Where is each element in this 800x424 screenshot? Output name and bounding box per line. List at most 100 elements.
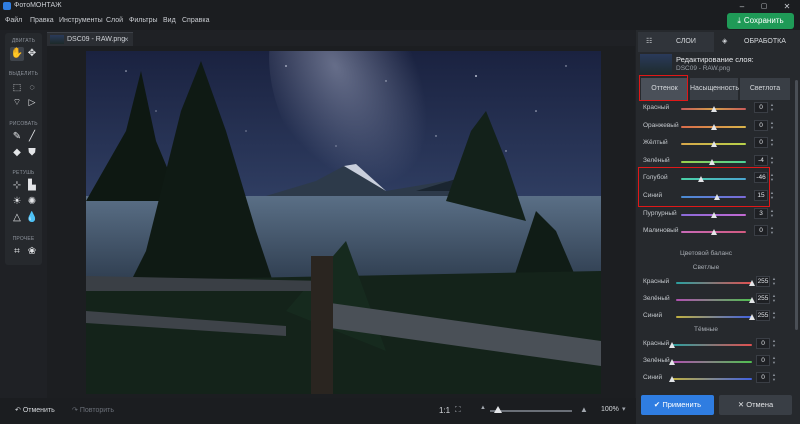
slider-thumb[interactable] [710,123,717,130]
layer-thumbnail [640,54,672,76]
slider-value-input[interactable]: 255 [756,276,770,287]
slider-value-input[interactable]: 0 [756,338,770,349]
eraser-icon[interactable]: ◆ [10,146,24,160]
spinner-icon[interactable]: ▲ ▼ [769,102,775,113]
crop-icon[interactable]: ⌗ [10,245,24,259]
move-icon[interactable]: ✥ [25,47,39,61]
slider-value-input[interactable]: 0 [756,355,770,366]
spinner-icon[interactable]: ▲ ▼ [771,355,777,366]
spinner-icon[interactable]: ▲ ▼ [771,310,777,321]
slider-value-input[interactable]: 0 [756,372,770,383]
slider-value-input[interactable]: 255 [756,293,770,304]
drop-icon[interactable]: 💧 [25,211,39,225]
fill-icon[interactable]: ⛊ [25,146,39,160]
slider-value-input[interactable]: 0 [754,137,768,149]
spinner-icon[interactable]: ▲ ▼ [771,293,777,304]
zoom-slider[interactable] [490,410,572,412]
slider-thumb[interactable] [710,229,717,236]
slider-track[interactable] [672,378,752,380]
clone-icon[interactable]: ⊹ [10,179,24,193]
lasso-icon[interactable]: ⌔ [10,95,24,109]
sun-icon[interactable]: ✺ [25,195,39,209]
slider-value-input[interactable]: 0 [754,119,768,131]
slider-thumb[interactable] [749,297,755,303]
slider-value-input[interactable]: 3 [754,207,768,219]
cancel-button[interactable]: ✕ Отмена [719,395,792,415]
brightness-icon[interactable]: ☀ [10,195,24,209]
close-window-button[interactable]: ✕ [779,1,795,12]
slider-track[interactable] [672,344,752,346]
shapes-icon[interactable]: ❀ [25,245,39,259]
spinner-icon[interactable]: ▲ ▼ [771,338,777,349]
zoom-slider-thumb[interactable] [494,406,503,413]
menu-help[interactable]: Справка [182,17,209,24]
color-balance-title: Цветовой баланс [680,250,732,257]
slider-value-input[interactable]: 0 [754,102,768,113]
tab-processing[interactable]: ◈ ОБРАБОТКА [716,32,798,52]
tool-panel: ДВИГАТЬ ✋ ✥ ВЫДЕЛИТЬ ⬚ ◌ ⌔ ▷ РИСОВАТЬ ✎ … [5,33,42,265]
stamp-icon[interactable]: ▙ [25,179,39,193]
spinner-icon[interactable]: ▲ ▼ [769,137,775,148]
undo-button[interactable]: ↶ Отменить [15,406,55,414]
photo-canvas[interactable] [86,51,601,394]
sharpen-icon[interactable]: △ [10,211,24,225]
spinner-icon[interactable]: ▲ ▼ [771,372,777,383]
slider-label: Оранжевый [643,121,679,129]
slider-track[interactable] [676,282,752,284]
zoom-out-icon[interactable]: ▲ [480,405,486,411]
menu-filters[interactable]: Фильтры [129,17,158,24]
close-tab-icon[interactable]: × [124,35,129,44]
slider-thumb[interactable] [749,314,755,320]
pencil-icon[interactable]: ╱ [25,130,39,144]
title-bar: ФотоМОНТАЖ – ▢ ✕ [0,0,800,13]
maximize-button[interactable]: ▢ [756,1,772,12]
spinner-icon[interactable]: ▲ ▼ [769,225,775,236]
slider-row: Пурпурный 3 ▲ ▼ [636,207,800,225]
slider-thumb[interactable] [669,342,675,348]
slider-value-input[interactable]: 0 [754,225,768,237]
rect-select-icon[interactable]: ⬚ [10,80,24,94]
ellipse-select-icon[interactable]: ◌ [25,80,39,94]
menu-file[interactable]: Файл [5,17,22,24]
slider-value-input[interactable]: -4 [754,154,768,166]
slider-thumb[interactable] [669,376,675,382]
menu-layer[interactable]: Слой [106,17,123,24]
spinner-icon[interactable]: ▲ ▼ [769,155,775,166]
slider-track[interactable] [676,316,752,318]
hand-icon[interactable]: ✋ [10,47,24,61]
spinner-icon[interactable]: ▲ ▼ [769,208,775,219]
spinner-icon[interactable]: ▲ ▼ [769,120,775,131]
subtab-lightness[interactable]: Светлота [740,78,790,100]
panel-scrollbar[interactable] [795,80,798,330]
bottom-bar: ↶ Отменить ↷ Повторить 1:1 ⛶ ▲ ▲ 100% ▾ [0,398,636,424]
actual-size-button[interactable]: 1:1 [439,406,450,415]
fit-screen-icon[interactable]: ⛶ [455,405,461,415]
slider-track[interactable] [676,299,752,301]
apply-button[interactable]: ✔ Применить [641,395,714,415]
brush-icon[interactable]: ✎ [10,130,24,144]
minimize-button[interactable]: – [734,1,750,12]
save-button[interactable]: ⤓ Сохранить [727,13,794,29]
subtab-saturation[interactable]: Насыщенность [690,78,739,100]
zoom-dropdown-icon[interactable]: ▾ [622,405,626,413]
menu-tools[interactable]: Инструменты [59,17,103,24]
redo-icon: ↷ [72,407,78,414]
menu-edit[interactable]: Правка [30,17,54,24]
slider-row: Малиновый 0 ▲ ▼ [636,225,800,242]
redo-button[interactable]: ↷ Повторить [72,406,114,414]
slider-thumb[interactable] [709,158,716,165]
slider-thumb[interactable] [710,141,717,148]
slider-thumb[interactable] [669,359,675,365]
slider-thumb[interactable] [711,211,718,218]
tool-section-other: ПРОЧЕЕ [12,236,35,242]
slider-thumb[interactable] [710,106,717,112]
menu-view[interactable]: Вид [163,17,176,24]
document-tab[interactable]: DSC09 - RAW.png × [47,32,133,46]
polygon-lasso-icon[interactable]: ▷ [25,95,39,109]
slider-value-input[interactable]: 255 [756,310,770,321]
tab-layers[interactable]: ☷ СЛОИ [638,32,714,52]
slider-track[interactable] [672,361,752,363]
spinner-icon[interactable]: ▲ ▼ [771,276,777,287]
zoom-in-icon[interactable]: ▲ [580,405,588,414]
slider-thumb[interactable] [749,280,755,286]
